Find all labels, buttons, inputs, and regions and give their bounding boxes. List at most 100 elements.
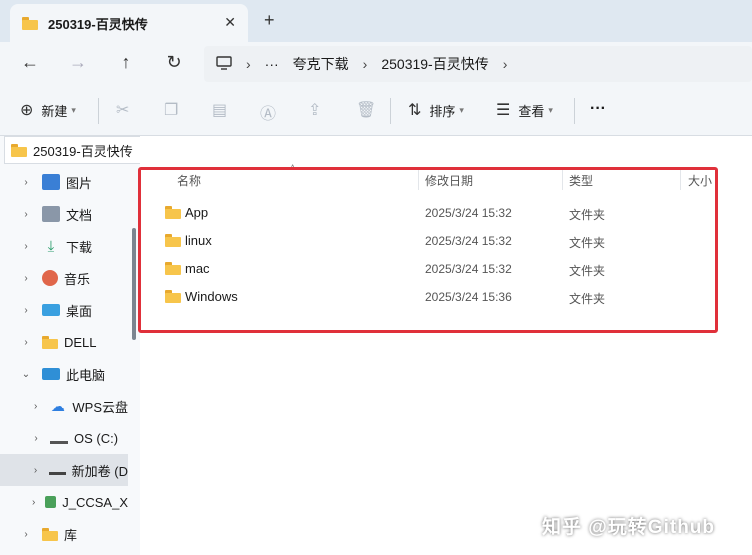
- sidebar-item-music[interactable]: › 音乐: [0, 262, 128, 294]
- address-bar[interactable]: › ··· 夸克下载 › 250319-百灵快传 ›: [204, 46, 752, 82]
- desktop-icon: [42, 304, 60, 316]
- plus-circle-icon: ⊕: [20, 102, 34, 119]
- breadcrumb-overflow[interactable]: ···: [265, 56, 279, 72]
- breadcrumb-quark-downloads[interactable]: 夸克下载: [293, 54, 349, 74]
- sidebar-item-label: 新加卷 (D: [71, 463, 128, 479]
- drive-icon: [49, 465, 66, 475]
- folder-icon: [11, 143, 27, 157]
- sidebar-item-j-ccsa[interactable]: › J_CCSA_X: [0, 486, 128, 518]
- windows-drive-icon: [50, 432, 68, 444]
- documents-icon: [42, 206, 60, 222]
- new-tab-icon[interactable]: +: [264, 10, 275, 31]
- delete-button[interactable]: 🗑: [356, 100, 384, 120]
- sort-label: 排序: [429, 103, 456, 119]
- rename-button[interactable]: Ⓐ: [260, 100, 284, 124]
- breadcrumb-separator: ›: [246, 56, 251, 72]
- copy-button[interactable]: ❐: [164, 100, 186, 120]
- tab-bar: 250319-百灵快传 ✕ +: [0, 0, 752, 42]
- navigation-bar: ← → ↑ ↻ › ··· 夸克下载 › 250319-百灵快传 ›: [0, 42, 752, 86]
- sort-button[interactable]: ⇅ 排序 ▾: [408, 100, 464, 120]
- chevron-right-icon[interactable]: ›: [30, 465, 41, 476]
- sidebar-item-library[interactable]: › 库: [0, 518, 128, 550]
- up-arrow-icon[interactable]: ↑: [114, 52, 138, 73]
- sidebar-item-label: 此电脑: [66, 367, 106, 383]
- sidebar-item-label: 音乐: [64, 271, 91, 287]
- chevron-down-icon: ▾: [459, 104, 464, 115]
- chevron-right-icon[interactable]: ›: [20, 177, 32, 188]
- chevron-down-icon: ▾: [548, 104, 553, 115]
- navigation-pane: 250319-百灵快传 ✕ › 图片 › 文档 › ⤓ 下载 › 音乐 › 桌面…: [0, 136, 160, 555]
- sidebar-item-this-pc[interactable]: ⌄ 此电脑: [0, 358, 128, 390]
- divider: [574, 98, 575, 124]
- chevron-down-icon[interactable]: ⌄: [20, 369, 32, 380]
- sidebar-item-documents[interactable]: › 文档: [0, 198, 128, 230]
- sidebar-item-label: 桌面: [66, 303, 93, 319]
- sidebar-item-pictures[interactable]: › 图片: [0, 166, 128, 198]
- sort-icon: ⇅: [408, 102, 422, 119]
- cloud-icon: ☁: [50, 398, 65, 414]
- sidebar-item-label: 文档: [66, 207, 93, 223]
- share-icon: ⇪: [308, 102, 322, 119]
- refresh-icon[interactable]: ↻: [162, 52, 186, 73]
- copy-icon: ❐: [164, 102, 179, 119]
- sidebar-item-label: 下载: [66, 239, 93, 255]
- new-label: 新建: [41, 103, 68, 119]
- new-button[interactable]: ⊕ 新建 ▾: [20, 100, 76, 120]
- sidebar-item-label: DELL: [64, 334, 97, 350]
- sidebar-item-label: 库: [64, 527, 78, 543]
- chevron-right-icon[interactable]: ›: [20, 529, 32, 540]
- sidebar-item-os-c[interactable]: › OS (C:): [0, 422, 128, 454]
- sidebar-item-label: OS (C:): [74, 430, 119, 446]
- chevron-right-icon[interactable]: ›: [20, 241, 32, 252]
- music-icon: [42, 270, 58, 286]
- chevron-right-icon[interactable]: ›: [30, 433, 42, 444]
- forward-arrow-icon[interactable]: →: [66, 52, 90, 73]
- divider: [390, 98, 391, 124]
- sidebar-item-wps-cloud[interactable]: › ☁ WPS云盘: [0, 390, 128, 422]
- chevron-right-icon[interactable]: ›: [20, 273, 32, 284]
- breadcrumb-separator[interactable]: ›: [503, 56, 508, 72]
- view-button[interactable]: ☰ 查看 ▾: [496, 100, 553, 120]
- view-label: 查看: [518, 103, 545, 119]
- chevron-down-icon: ▾: [71, 104, 76, 115]
- sidebar-item-dell[interactable]: › DELL: [0, 326, 128, 358]
- share-button[interactable]: ⇪: [308, 100, 329, 120]
- divider: [98, 98, 99, 124]
- watermark: 知乎 @玩转Github: [542, 517, 716, 538]
- trash-icon: 🗑: [356, 102, 377, 119]
- sidebar-item-new-volume-d[interactable]: › 新加卷 (D: [0, 454, 128, 486]
- tab-title: 250319-百灵快传: [48, 16, 148, 32]
- library-icon: [42, 527, 58, 541]
- back-arrow-icon[interactable]: ←: [18, 52, 42, 73]
- chevron-right-icon[interactable]: ›: [30, 497, 37, 508]
- folder-icon: [22, 16, 38, 30]
- cut-button[interactable]: ✂: [116, 100, 137, 120]
- highlight-box: [138, 167, 718, 333]
- chevron-right-icon[interactable]: ›: [20, 209, 32, 220]
- pinned-path-tab[interactable]: 250319-百灵快传 ✕: [4, 136, 160, 164]
- pictures-icon: [42, 174, 60, 190]
- sidebar-item-downloads[interactable]: › ⤓ 下载: [0, 230, 128, 262]
- chevron-right-icon[interactable]: ›: [30, 401, 41, 412]
- breadcrumb-current-folder[interactable]: 250319-百灵快传: [381, 54, 488, 74]
- chevron-right-icon[interactable]: ›: [20, 337, 32, 348]
- monitor-icon: [216, 55, 232, 73]
- more-options-button[interactable]: ···: [590, 100, 606, 118]
- download-arrow-icon: ⤓: [47, 238, 55, 255]
- tab-current-folder[interactable]: 250319-百灵快传 ✕: [10, 4, 248, 42]
- sidebar-item-label: J_CCSA_X: [62, 494, 128, 510]
- pinned-path-label: 250319-百灵快传: [33, 143, 133, 159]
- clipboard-icon: ▤: [212, 102, 228, 119]
- sidebar-scrollbar[interactable]: [132, 228, 136, 340]
- close-tab-icon[interactable]: ✕: [224, 14, 236, 31]
- rename-icon: Ⓐ: [260, 106, 277, 123]
- paste-button[interactable]: ▤: [212, 100, 235, 120]
- list-view-icon: ☰: [496, 102, 511, 119]
- sidebar-item-label: 图片: [66, 175, 93, 191]
- scissors-icon: ✂: [116, 102, 130, 119]
- disc-drive-icon: [45, 496, 57, 508]
- computer-icon: [42, 368, 60, 380]
- sidebar-item-desktop[interactable]: › 桌面: [0, 294, 128, 326]
- command-bar: ⊕ 新建 ▾ ✂ ❐ ▤ Ⓐ ⇪ 🗑 ⇅ 排序 ▾ ☰ 查看 ▾ ···: [0, 86, 752, 136]
- chevron-right-icon[interactable]: ›: [20, 305, 32, 316]
